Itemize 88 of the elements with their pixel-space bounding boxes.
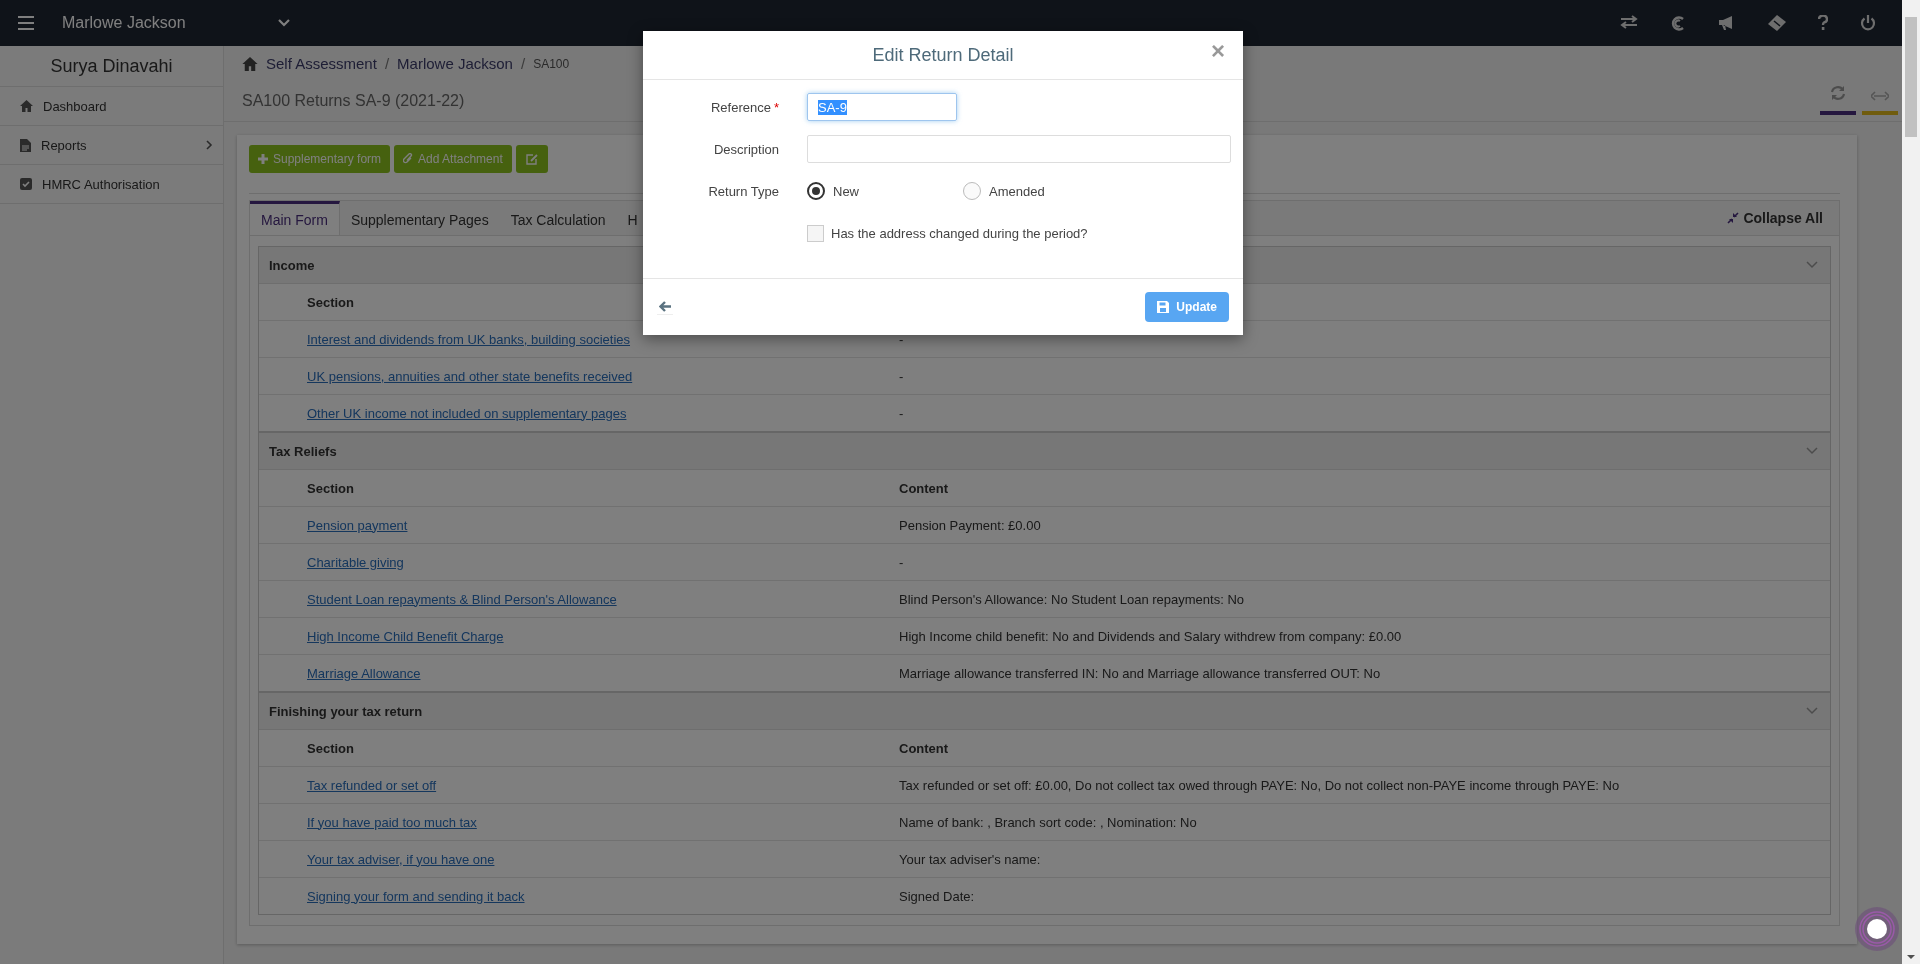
edit-icon [525,153,538,165]
radio-button[interactable] [807,182,825,200]
currency-icon[interactable] [1670,14,1686,32]
section-link[interactable]: Charitable giving [307,554,404,570]
section-title: Income [269,257,316,273]
toolbar-button[interactable]: Add Attachment [394,145,512,173]
column-header: Content [899,740,949,756]
checkbox[interactable] [807,224,824,242]
refresh-icon[interactable] [1830,85,1846,101]
tab[interactable]: Tax Calculation [499,201,617,235]
document-icon [20,138,31,152]
plus-icon [258,154,268,164]
section-link[interactable]: Tax refunded or set off [307,777,437,793]
reference-field[interactable]: SA-9 [807,93,957,121]
field-label: Description [712,141,779,157]
help-icon[interactable] [1818,14,1828,30]
ticket-icon[interactable] [1768,14,1786,31]
section-link[interactable]: UK pensions, annuities and other state benefits received [307,368,633,384]
table-cell: Signed Date: [899,888,975,904]
scrollbar[interactable] [1902,0,1920,964]
dialog-title: Edit Return Detail [872,44,1014,66]
back-arrow-icon [659,301,671,312]
table-cell: - [899,554,904,570]
tab[interactable]: Supplementary Pages [339,201,500,235]
menu-icon[interactable] [18,16,34,30]
table-cell: Tax refunded or set off: £0.00, Do not collect tax owed through PAYE: No, Do not collect non-PAYE income through PAYE: No [899,777,1620,793]
section-link[interactable]: Marriage Allowance [307,665,421,681]
chat-launcher-icon[interactable] [1854,906,1900,952]
table-cell: Pension Payment: £0.00 [899,517,1041,533]
column-header: Section [307,480,354,496]
section-link[interactable]: If you have paid too much tax [307,814,477,830]
collapse-all-button[interactable]: Collapse All [1721,209,1829,227]
checkbox-icon [20,178,32,190]
sidebar-item[interactable]: Reports [0,126,223,165]
breadcrumb-link[interactable]: Marlowe Jackson [397,55,513,73]
tab[interactable]: Main Form [250,201,340,235]
chevron-icon[interactable] [1806,707,1818,715]
checkbox-label: Has the address changed during the period? [831,225,1088,241]
caret-icon[interactable] [277,19,290,27]
section-link[interactable]: High Income Child Benefit Charge [307,628,504,644]
paperclip-icon [403,153,414,165]
description-field[interactable] [807,135,1231,163]
swap-icon[interactable] [1620,14,1638,29]
table-cell: Your tax adviser's name: [899,851,1041,867]
update-button[interactable]: Update [1145,292,1229,322]
table-cell: Blind Person's Allowance: No Student Loan repayments: No [899,591,1244,607]
section-link[interactable]: Student Loan repayments & Blind Person's Allowance [307,591,617,607]
client-name: Marlowe Jackson [62,14,186,32]
radio-label: Amended [989,183,1045,199]
field-label: Return Type [707,183,779,199]
section-link[interactable]: Other UK income not included on supplementary pages [307,405,627,421]
table-cell: Marriage allowance transferred IN: No and Marriage allowance transferred OUT: No [899,665,1381,681]
chevron-icon[interactable] [1806,261,1818,269]
compress-icon [1727,212,1740,224]
table-cell: High Income child benefit: No and Dividends and Salary withdrew from company: £0.00 [899,628,1402,644]
power-icon[interactable] [1860,14,1876,31]
breadcrumb-link[interactable]: Self Assessment [266,55,377,73]
section-title: Finishing your tax return [269,703,424,719]
page-title: SA100 Returns SA-9 (2021-22) [242,92,465,111]
home-icon [20,100,33,112]
field-label: Reference * [709,99,779,115]
table-cell: Name of bank: , Branch sort code: , Nomination: No [899,814,1197,830]
chevron-icon[interactable] [1806,447,1818,455]
section-link[interactable]: Pension payment [307,517,408,533]
radio-button[interactable] [963,182,981,200]
breadcrumb-separator: / [384,55,390,73]
table-cell: - [899,368,904,384]
column-header: Section [307,740,354,756]
scrollbar-thumb[interactable] [1905,17,1917,137]
back-button[interactable] [657,299,673,315]
toolbar-button[interactable]: Supplementary form [249,145,391,173]
sidebar-item[interactable]: Dashboard [0,87,223,126]
sidebar-item[interactable]: HMRC Authorisation [0,165,223,204]
radio-label: New [833,183,859,199]
table-cell: - [899,331,904,347]
home-icon[interactable] [242,56,258,71]
save-icon [1157,301,1170,313]
section-title: Tax Reliefs [269,443,338,459]
column-header: Content [899,480,949,496]
column-header: Section [307,294,354,310]
close-button[interactable]: × [1207,37,1229,65]
section-link[interactable]: Interest and dividends from UK banks, building societies [307,331,630,347]
section-link[interactable]: Signing your form and sending it back [307,888,525,904]
breadcrumb-current: SA100 [533,56,570,71]
breadcrumb-separator: / [520,55,526,73]
table-cell: - [899,405,904,421]
section-link[interactable]: Your tax adviser, if you have one [307,851,495,867]
user-name: Surya Dinavahi [50,55,173,77]
